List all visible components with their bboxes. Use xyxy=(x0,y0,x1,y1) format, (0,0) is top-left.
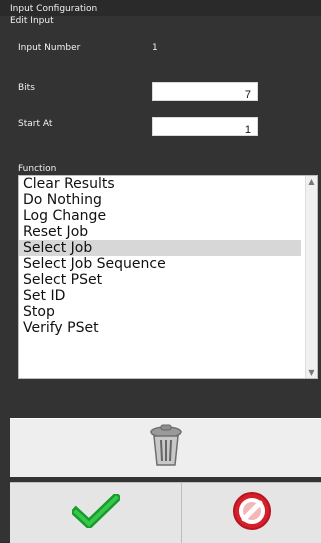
list-item[interactable]: Set ID xyxy=(19,288,317,304)
function-listbox[interactable]: Clear Results Do Nothing Log Change Rese… xyxy=(18,175,318,379)
function-list-scrollbar[interactable]: ▲ ▼ xyxy=(305,176,317,378)
title-bar: Input Configuration xyxy=(0,0,321,16)
confirm-button[interactable] xyxy=(10,483,181,543)
trash-icon xyxy=(148,424,184,472)
list-item[interactable]: Reset Job xyxy=(19,224,317,240)
list-item[interactable]: Select PSet xyxy=(19,272,317,288)
list-item[interactable]: Do Nothing xyxy=(19,192,317,208)
action-bar xyxy=(10,482,321,543)
list-item-selected[interactable]: Select Job xyxy=(19,240,301,256)
list-item[interactable]: Clear Results xyxy=(19,176,317,192)
function-list-items: Clear Results Do Nothing Log Change Rese… xyxy=(19,176,317,336)
bits-input[interactable] xyxy=(153,86,257,104)
checkmark-icon xyxy=(69,491,122,532)
list-item[interactable]: Stop xyxy=(19,304,317,320)
bits-field-container[interactable] xyxy=(152,82,258,104)
window-title: Input Configuration xyxy=(10,4,98,14)
delete-button[interactable] xyxy=(10,419,321,477)
window-subtitle: Edit Input xyxy=(10,16,54,26)
scroll-up-arrow-icon[interactable]: ▲ xyxy=(306,176,317,187)
bits-label: Bits xyxy=(18,83,35,93)
list-item[interactable]: Verify PSet xyxy=(19,320,317,336)
start-at-label: Start At xyxy=(18,119,53,129)
list-item[interactable]: Select Job Sequence xyxy=(19,256,317,272)
start-at-field-container[interactable] xyxy=(152,117,258,139)
cancel-icon xyxy=(231,490,273,536)
input-configuration-window: Input Configuration Edit Input Input Num… xyxy=(0,0,321,543)
input-number-label: Input Number xyxy=(18,43,81,53)
scroll-down-arrow-icon[interactable]: ▼ xyxy=(306,367,317,378)
list-item[interactable]: Log Change xyxy=(19,208,317,224)
delete-area xyxy=(10,418,321,477)
start-at-input[interactable] xyxy=(153,121,257,139)
cancel-button[interactable] xyxy=(182,483,321,543)
input-number-value: 1 xyxy=(152,43,158,53)
function-label: Function xyxy=(18,164,57,174)
